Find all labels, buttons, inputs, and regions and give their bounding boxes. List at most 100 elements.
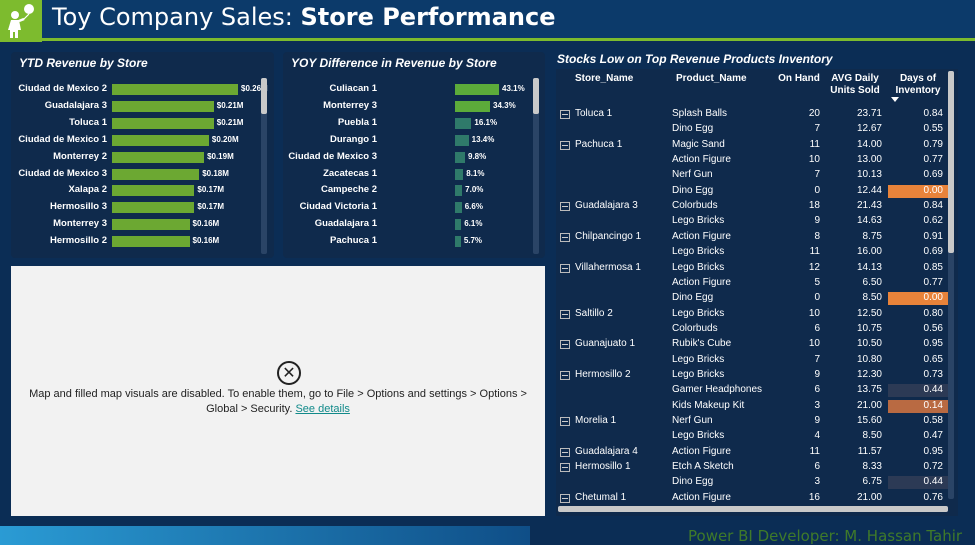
collapse-icon[interactable] (560, 493, 570, 503)
table-row[interactable]: Dino Egg 3 6.75 0.44 (556, 475, 948, 490)
ytd-revenue-chart[interactable]: YTD Revenue by Store Ciudad de Mexico 2 $… (11, 52, 274, 258)
yoy-bar-row[interactable]: Ciudad de Mexico 3 9.8% (283, 150, 533, 166)
ytd-store-label: Monterrey 3 (53, 218, 107, 230)
yoy-bar[interactable] (455, 84, 499, 95)
yoy-bar-row[interactable]: Monterrey 3 34.3% (283, 99, 533, 115)
collapse-icon[interactable] (560, 232, 570, 242)
table-row[interactable]: Action Figure 5 6.50 0.77 (556, 276, 948, 291)
table-row[interactable]: Lego Bricks 11 16.00 0.69 (556, 245, 948, 260)
yoy-bar-row[interactable]: Ciudad Victoria 1 6.6% (283, 200, 533, 216)
collapse-icon[interactable] (560, 110, 570, 119)
table-vscrollbar[interactable] (948, 71, 954, 253)
collapse-icon[interactable] (560, 309, 570, 319)
ytd-bar-row[interactable]: Hermosillo 3 $0.17M (11, 200, 261, 216)
yoy-bar-row[interactable]: Durango 1 13.4% (283, 133, 533, 149)
table-row[interactable]: Lego Bricks 9 14.63 0.62 (556, 214, 948, 229)
cell-avg-daily: 13.00 (856, 154, 882, 166)
table-row[interactable]: Lego Bricks 7 10.80 0.65 (556, 353, 948, 368)
ytd-bar-row[interactable]: Monterrey 3 $0.16M (11, 217, 261, 233)
ytd-bar-row[interactable]: Ciudad de Mexico 3 $0.18M (11, 167, 261, 183)
table-row[interactable]: Action Figure 10 13.00 0.77 (556, 153, 948, 168)
collapse-icon[interactable] (560, 340, 570, 350)
ytd-bar-row[interactable]: Toluca 1 $0.21M (11, 116, 261, 132)
title-bold: Store Performance (300, 3, 556, 31)
col-header-store[interactable]: Store_Name (575, 73, 655, 85)
table-row[interactable]: Dino Egg 0 8.50 0.00 (556, 291, 948, 306)
col-header-avg-daily[interactable]: AVG Daily Units Sold (824, 73, 886, 97)
table-row[interactable]: Hermosillo 2 Lego Bricks 9 12.30 0.73 (556, 368, 948, 383)
ytd-bar-row[interactable]: Monterrey 2 $0.19M (11, 150, 261, 166)
table-row[interactable]: Saltillo 2 Lego Bricks 10 12.50 0.80 (556, 307, 948, 322)
sort-descending-icon[interactable] (891, 97, 899, 102)
yoy-bar[interactable] (455, 236, 461, 248)
yoy-bar[interactable] (455, 117, 472, 129)
collapse-icon[interactable] (560, 202, 570, 212)
table-row[interactable]: Lego Bricks 4 8.50 0.47 (556, 429, 948, 444)
collapse-icon[interactable] (560, 417, 570, 426)
ytd-scrollbar[interactable] (261, 78, 267, 114)
yoy-scrollbar[interactable] (533, 78, 539, 114)
table-row[interactable]: Dino Egg 7 12.67 0.55 (556, 122, 948, 137)
yoy-bar-row[interactable]: Pachuca 1 5.7% (283, 234, 533, 250)
table-row[interactable]: Colorbuds 6 10.75 0.56 (556, 322, 948, 337)
yoy-bar[interactable] (455, 219, 462, 231)
yoy-bar[interactable] (455, 100, 491, 112)
ytd-bar-row[interactable]: Hermosillo 2 $0.16M (11, 234, 261, 250)
table-row[interactable]: Chilpancingo 1 Action Figure 8 8.75 0.91 (556, 230, 948, 245)
ytd-bar[interactable] (112, 236, 190, 248)
ytd-bar-row[interactable]: Xalapa 2 $0.17M (11, 183, 261, 199)
table-row[interactable]: Villahermosa 1 Lego Bricks 12 14.13 0.85 (556, 261, 948, 276)
collapse-icon[interactable] (560, 263, 570, 273)
ytd-bar[interactable] (112, 134, 209, 146)
yoy-bar[interactable] (455, 134, 469, 146)
col-header-days-inventory[interactable]: Days of Inventory (888, 73, 948, 97)
ytd-bar[interactable] (112, 151, 205, 163)
yoy-bar-row[interactable]: Puebla 1 16.1% (283, 116, 533, 132)
cell-on-hand: 9 (814, 415, 820, 426)
cell-product: Splash Balls (672, 108, 728, 119)
table-row[interactable]: Chetumal 1 Action Figure 16 21.00 0.76 (556, 491, 948, 506)
inventory-table[interactable]: Store_Name Product_Name On Hand AVG Dail… (556, 69, 958, 516)
table-row[interactable]: Gamer Headphones 6 13.75 0.44 (556, 383, 948, 398)
table-row[interactable]: Pachuca 1 Magic Sand 11 14.00 0.79 (556, 138, 948, 153)
yoy-store-label: Campeche 2 (321, 184, 377, 196)
table-row[interactable]: Nerf Gun 7 10.13 0.69 (556, 168, 948, 183)
yoy-bar-row[interactable]: Campeche 2 7.0% (283, 183, 533, 199)
table-row[interactable]: Kids Makeup Kit 3 21.00 0.14 (556, 399, 948, 414)
collapse-icon[interactable] (560, 370, 570, 380)
col-header-on-hand[interactable]: On Hand (774, 73, 824, 85)
yoy-bar-row[interactable]: Guadalajara 1 6.1% (283, 217, 533, 233)
collapse-icon[interactable] (560, 140, 570, 150)
ytd-bar[interactable] (112, 168, 200, 180)
ytd-bar[interactable] (112, 219, 190, 231)
table-row[interactable]: Morelia 1 Nerf Gun 9 15.60 0.58 (556, 414, 948, 429)
cell-days-inventory: 0.69 (923, 246, 943, 258)
table-row[interactable]: Guanajuato 1 Rubik's Cube 10 10.50 0.95 (556, 337, 948, 352)
table-row[interactable]: Toluca 1 Splash Balls 20 23.71 0.84 (556, 107, 948, 122)
table-hscrollbar[interactable] (558, 506, 948, 512)
yoy-difference-chart[interactable]: YOY Difference in Revenue by Store Culia… (283, 52, 545, 258)
ytd-bar[interactable] (112, 117, 214, 129)
ytd-bar[interactable] (112, 202, 195, 214)
table-row[interactable]: Hermosillo 1 Etch A Sketch 6 8.33 0.72 (556, 460, 948, 475)
collapse-icon[interactable] (560, 447, 570, 457)
ytd-bar-row[interactable]: Ciudad de Mexico 2 $0.26M (11, 82, 268, 98)
see-details-link[interactable]: See details (295, 403, 349, 415)
table-row[interactable]: Dino Egg 0 12.44 0.00 (556, 184, 948, 199)
ytd-bar-row[interactable]: Ciudad de Mexico 1 $0.20M (11, 133, 261, 149)
table-row[interactable]: Guadalajara 4 Action Figure 11 11.57 0.95 (556, 445, 948, 460)
yoy-bar-row[interactable]: Culiacan 1 43.1% (283, 82, 533, 98)
yoy-bar[interactable] (455, 168, 464, 180)
table-row[interactable]: Guadalajara 3 Colorbuds 18 21.43 0.84 (556, 199, 948, 214)
collapse-icon[interactable] (560, 463, 570, 473)
yoy-bar[interactable] (455, 185, 463, 197)
ytd-store-label: Ciudad de Mexico 3 (18, 167, 107, 179)
yoy-bar[interactable] (455, 151, 465, 163)
ytd-bar-row[interactable]: Guadalajara 3 $0.21M (11, 99, 261, 115)
ytd-bar[interactable] (112, 185, 195, 197)
yoy-bar-row[interactable]: Zacatecas 1 8.1% (283, 167, 533, 183)
col-header-product[interactable]: Product_Name (676, 73, 766, 85)
ytd-bar[interactable] (112, 84, 238, 95)
ytd-bar[interactable] (112, 100, 214, 112)
yoy-bar[interactable] (455, 202, 462, 214)
